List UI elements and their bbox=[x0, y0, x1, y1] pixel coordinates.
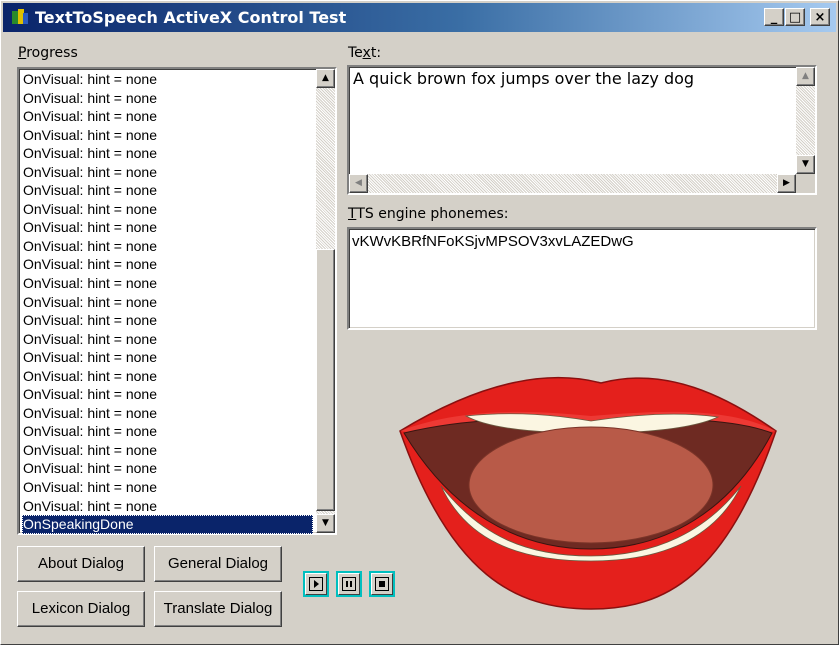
scroll-up-icon: ▲ bbox=[322, 73, 329, 83]
list-item[interactable]: OnVisual: hint = none bbox=[22, 274, 313, 293]
list-item[interactable]: OnVisual: hint = none bbox=[22, 459, 313, 478]
text-input-value: A quick brown fox jumps over the lazy do… bbox=[353, 69, 695, 88]
phonemes-value: vKWvKBRfNFoKSjvMPSOV3xvLAZEDwG bbox=[352, 233, 634, 250]
list-item[interactable]: OnVisual: hint = none bbox=[22, 293, 313, 312]
progress-listbox[interactable]: OnVisual: hint = none OnVisual: hint = no… bbox=[17, 67, 337, 535]
scroll-down-icon: ▼ bbox=[802, 159, 809, 169]
list-item[interactable]: OnVisual: hint = none bbox=[22, 367, 313, 386]
scroll-right-icon: ▶ bbox=[783, 178, 790, 188]
list-item[interactable]: OnVisual: hint = none bbox=[22, 107, 313, 126]
text-input[interactable]: A quick brown fox jumps over the lazy do… bbox=[347, 65, 817, 195]
translate-dialog-button[interactable]: Translate Dialog bbox=[154, 591, 282, 627]
list-item[interactable]: OnVisual: hint = none bbox=[22, 200, 313, 219]
text-scroll-right-button[interactable]: ▶ bbox=[777, 174, 796, 193]
list-item[interactable]: OnVisual: hint = none bbox=[22, 385, 313, 404]
list-item[interactable]: OnVisual: hint = none bbox=[22, 422, 313, 441]
list-item[interactable]: OnVisual: hint = none bbox=[22, 89, 313, 108]
close-button[interactable]: × bbox=[810, 8, 830, 26]
text-scroll-up-button[interactable]: ▲ bbox=[796, 67, 815, 86]
list-item-selected[interactable]: OnSpeakingDone bbox=[22, 515, 313, 534]
progress-label: Progress bbox=[18, 45, 78, 61]
stop-icon bbox=[379, 581, 385, 587]
lexicon-dialog-button[interactable]: Lexicon Dialog bbox=[17, 591, 145, 627]
scroll-up-icon: ▲ bbox=[802, 71, 809, 81]
list-item[interactable]: OnVisual: hint = none bbox=[22, 441, 313, 460]
list-item[interactable]: OnVisual: hint = none bbox=[22, 126, 313, 145]
scroll-left-icon: ◀ bbox=[355, 178, 362, 188]
app-window: TextToSpeech ActiveX Control Test _ □ × … bbox=[0, 0, 839, 645]
list-item[interactable]: OnVisual: hint = none bbox=[22, 218, 313, 237]
minimize-button[interactable]: _ bbox=[764, 8, 784, 26]
scroll-down-button[interactable]: ▼ bbox=[316, 514, 335, 533]
minimize-icon: _ bbox=[770, 10, 778, 25]
play-button[interactable] bbox=[303, 571, 329, 597]
mouth-graphic bbox=[399, 376, 777, 610]
maximize-button[interactable]: □ bbox=[785, 8, 805, 26]
window-title: TextToSpeech ActiveX Control Test bbox=[35, 8, 347, 27]
phonemes-field[interactable]: vKWvKBRfNFoKSjvMPSOV3xvLAZEDwG bbox=[347, 227, 817, 330]
scroll-up-button[interactable]: ▲ bbox=[316, 69, 335, 88]
text-hscrollbar[interactable]: ◀ ▶ bbox=[349, 174, 796, 193]
list-item[interactable]: OnVisual: hint = none bbox=[22, 237, 313, 256]
maximize-icon: □ bbox=[788, 10, 802, 25]
close-icon: × bbox=[814, 10, 826, 25]
list-item[interactable]: OnVisual: hint = none bbox=[22, 70, 313, 89]
lips-image bbox=[399, 376, 777, 610]
list-item[interactable]: OnVisual: hint = none bbox=[22, 497, 313, 516]
progress-list: OnVisual: hint = none OnVisual: hint = no… bbox=[22, 70, 313, 534]
progress-scrollbar[interactable]: ▲ ▼ bbox=[316, 69, 335, 533]
list-item[interactable]: OnVisual: hint = none bbox=[22, 404, 313, 423]
pause-icon bbox=[346, 581, 352, 587]
list-item[interactable]: OnVisual: hint = none bbox=[22, 348, 313, 367]
list-item[interactable]: OnVisual: hint = none bbox=[22, 163, 313, 182]
list-item[interactable]: OnVisual: hint = none bbox=[22, 478, 313, 497]
general-dialog-button[interactable]: General Dialog bbox=[154, 546, 282, 582]
list-item[interactable]: OnVisual: hint = none bbox=[22, 330, 313, 349]
scroll-corner bbox=[796, 174, 815, 193]
list-item[interactable]: OnVisual: hint = none bbox=[22, 255, 313, 274]
scroll-thumb[interactable] bbox=[316, 249, 335, 511]
text-scroll-left-button[interactable]: ◀ bbox=[349, 174, 368, 193]
text-label: Text: bbox=[348, 45, 382, 61]
text-vscrollbar[interactable]: ▲ ▼ bbox=[796, 67, 815, 174]
app-icon bbox=[12, 9, 28, 24]
list-item[interactable]: OnVisual: hint = none bbox=[22, 311, 313, 330]
play-icon bbox=[314, 580, 319, 588]
pause-button[interactable] bbox=[336, 571, 362, 597]
about-dialog-button[interactable]: About Dialog bbox=[17, 546, 145, 582]
phonemes-label: TTS engine phonemes: bbox=[348, 206, 509, 222]
title-bar[interactable]: TextToSpeech ActiveX Control Test _ □ × bbox=[3, 3, 836, 32]
text-scroll-down-button[interactable]: ▼ bbox=[796, 155, 815, 174]
list-item[interactable]: OnVisual: hint = none bbox=[22, 144, 313, 163]
stop-button[interactable] bbox=[369, 571, 395, 597]
scroll-down-icon: ▼ bbox=[322, 518, 329, 528]
list-item[interactable]: OnVisual: hint = none bbox=[22, 181, 313, 200]
